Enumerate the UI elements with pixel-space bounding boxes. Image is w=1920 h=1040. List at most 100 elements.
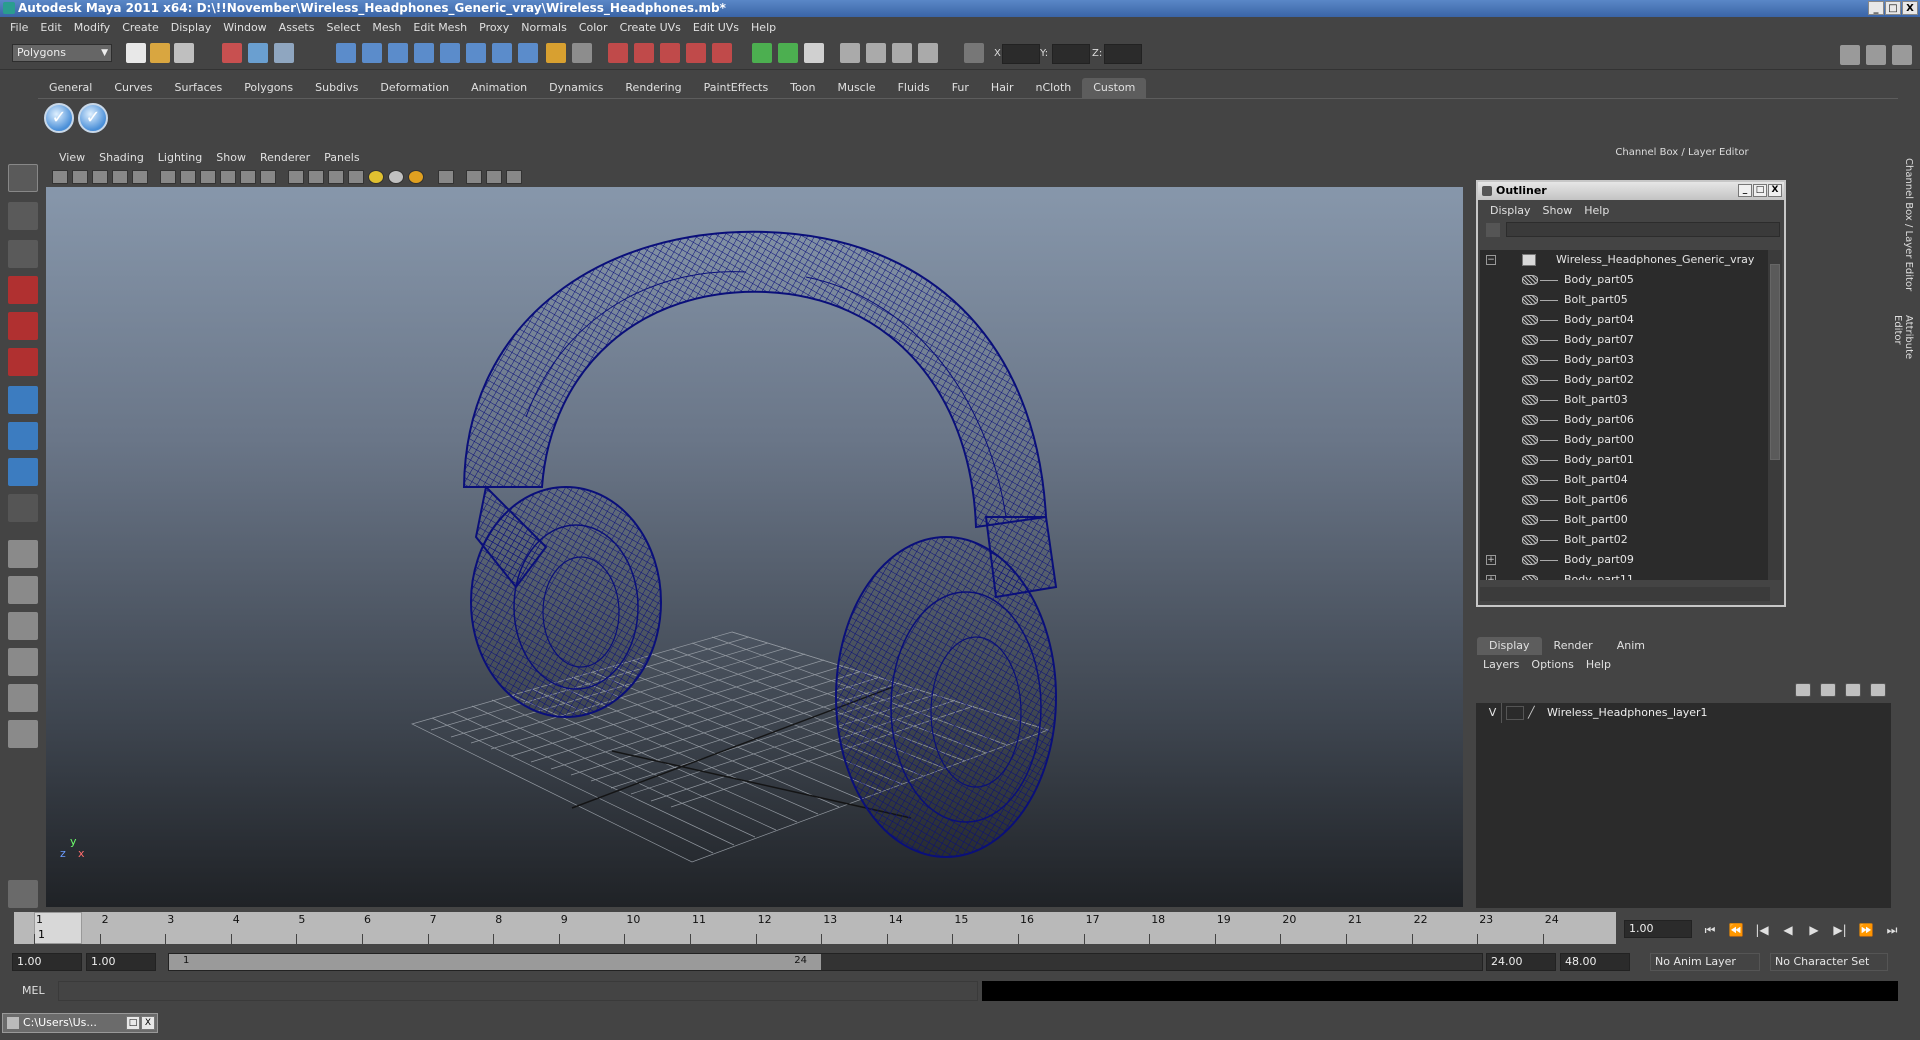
rotate-tool-icon[interactable]	[8, 312, 38, 340]
outliner-maximize-button[interactable]: □	[1753, 184, 1767, 197]
render-view-icon[interactable]	[712, 43, 732, 63]
camera-icon[interactable]	[918, 43, 938, 63]
new-scene-icon[interactable]	[126, 43, 146, 63]
collapse-icon[interactable]: −	[1486, 255, 1496, 265]
layer-menu-help[interactable]: Help	[1580, 658, 1617, 671]
outliner-item[interactable]: Body_part06	[1480, 410, 1770, 430]
close-button[interactable]: X	[1902, 1, 1918, 15]
shelf-tab-surfaces[interactable]: Surfaces	[164, 78, 234, 98]
outliner-close-button[interactable]: X	[1768, 184, 1782, 197]
pivot-icon[interactable]	[866, 43, 886, 63]
minimized-window[interactable]: C:\Users\Us... □ X	[2, 1013, 158, 1033]
graph-layout-icon[interactable]	[8, 648, 38, 676]
outliner-item[interactable]: Body_part07	[1480, 330, 1770, 350]
step-forward-key-icon[interactable]: ▶|	[1830, 922, 1850, 938]
last-tool-icon[interactable]	[8, 494, 38, 522]
outliner-layout-icon[interactable]	[8, 612, 38, 640]
step-forward-frame-icon[interactable]: ⏩	[1856, 922, 1876, 938]
menu-assets[interactable]: Assets	[273, 21, 321, 34]
outliner-item[interactable]: Bolt_part02	[1480, 530, 1770, 550]
select-hierarchy-icon[interactable]	[222, 43, 242, 63]
outliner-menu-help[interactable]: Help	[1578, 204, 1615, 217]
dopesheet-layout-icon[interactable]	[8, 720, 38, 748]
safe-title-icon[interactable]	[260, 170, 276, 184]
channel-box-icon[interactable]	[1866, 45, 1886, 65]
outliner-root-item[interactable]: − Wireless_Headphones_Generic_vray	[1480, 250, 1770, 270]
outliner-item[interactable]: + Body_part09	[1480, 550, 1770, 570]
shelf-tab-custom[interactable]: Custom	[1082, 78, 1147, 98]
all-lights-icon[interactable]	[388, 170, 404, 184]
filter-icon[interactable]	[1486, 223, 1500, 237]
shelf-tab-muscle[interactable]: Muscle	[826, 78, 886, 98]
shelf-tab-fluids[interactable]: Fluids	[887, 78, 941, 98]
layer-visibility-toggle[interactable]: V	[1484, 703, 1502, 723]
construction-history-icon[interactable]	[572, 43, 592, 63]
film-gate-icon[interactable]	[160, 170, 176, 184]
vp-menu-show[interactable]: Show	[209, 151, 253, 164]
range-slider-track[interactable]: 1 24	[168, 953, 1483, 971]
single-perspective-layout-icon[interactable]	[8, 540, 38, 568]
outliner-vertical-scrollbar[interactable]	[1768, 250, 1782, 580]
expand-icon[interactable]: +	[1486, 575, 1496, 580]
vp-menu-view[interactable]: View	[52, 151, 92, 164]
current-frame-field[interactable]: 1.00	[1624, 920, 1692, 938]
render-settings-icon[interactable]	[660, 43, 680, 63]
outliner-item[interactable]: Body_part03	[1480, 350, 1770, 370]
transform-icon[interactable]	[840, 43, 860, 63]
textured-icon[interactable]	[348, 170, 364, 184]
grid-toggle-icon[interactable]	[132, 170, 148, 184]
task-close-button[interactable]: X	[141, 1016, 155, 1030]
xray-joints-icon[interactable]	[486, 170, 502, 184]
maximize-button[interactable]: □	[1885, 1, 1901, 15]
viewport-canvas[interactable]: y z x	[46, 187, 1463, 907]
lock-icon[interactable]	[546, 43, 566, 63]
lasso-tool-icon[interactable]	[8, 202, 38, 230]
vp-menu-panels[interactable]: Panels	[317, 151, 366, 164]
select-object-icon[interactable]	[248, 43, 268, 63]
shelf-tab-hair[interactable]: Hair	[980, 78, 1025, 98]
animation-start-field[interactable]: 1.00	[12, 953, 82, 971]
select-tool-icon[interactable]	[8, 164, 38, 192]
layer-menu-layers[interactable]: Layers	[1477, 658, 1525, 671]
shelf-tab-rendering[interactable]: Rendering	[614, 78, 692, 98]
layer-tab-display[interactable]: Display	[1477, 637, 1542, 655]
menu-normals[interactable]: Normals	[515, 21, 573, 34]
move-layer-down-icon[interactable]	[1820, 683, 1836, 697]
wireframe-icon[interactable]	[288, 170, 304, 184]
character-set-dropdown[interactable]: No Character Set	[1770, 953, 1888, 971]
help-question-icon[interactable]	[518, 43, 538, 63]
soft-mod-icon[interactable]	[8, 422, 38, 450]
menu-modify[interactable]: Modify	[68, 21, 116, 34]
go-to-end-icon[interactable]: ⏭	[1882, 922, 1902, 938]
show-manipulator-icon[interactable]	[8, 458, 38, 486]
y-field[interactable]	[1052, 44, 1090, 64]
outliner-item[interactable]: + Body_part11	[1480, 570, 1770, 580]
restore-button[interactable]: □	[126, 1016, 140, 1030]
shelf-tab-general[interactable]: General	[38, 78, 103, 98]
menu-mesh[interactable]: Mesh	[366, 21, 407, 34]
numeric-input-icon[interactable]	[964, 43, 984, 63]
layer-color-swatch[interactable]: ╱	[1528, 703, 1535, 723]
menu-edit-mesh[interactable]: Edit Mesh	[407, 21, 473, 34]
image-plane-icon[interactable]	[112, 170, 128, 184]
playback-end-field[interactable]: 24.00	[1486, 953, 1556, 971]
layer-menu-options[interactable]: Options	[1525, 658, 1579, 671]
x-field[interactable]	[1002, 44, 1040, 64]
select-component-icon[interactable]	[274, 43, 294, 63]
default-light-icon[interactable]	[368, 170, 384, 184]
outliner-menu-show[interactable]: Show	[1537, 204, 1579, 217]
side-tab-attribute-editor[interactable]: Attribute Editor	[1892, 315, 1914, 390]
outliner-item[interactable]: Bolt_part03	[1480, 390, 1770, 410]
ipr-render-icon[interactable]	[634, 43, 654, 63]
outliner-menu-display[interactable]: Display	[1484, 204, 1537, 217]
menu-window[interactable]: Window	[217, 21, 272, 34]
time-slider[interactable]: 1 1 2 3 4 5 6 7 8 9 10 11 12 13 14 15 16 17 18 19 20 21 22 23 2…	[14, 912, 1616, 944]
shelf-tab-subdivs[interactable]: Subdivs	[304, 78, 369, 98]
snap-view-icon[interactable]	[466, 43, 486, 63]
open-scene-icon[interactable]	[150, 43, 170, 63]
side-tab-channel-box[interactable]: Channel Box / Layer Editor	[1896, 158, 1914, 291]
new-layer-from-selection-icon[interactable]	[1870, 683, 1886, 697]
range-slider-handle[interactable]: 1 24	[169, 954, 821, 970]
outliner-item[interactable]: Bolt_part04	[1480, 470, 1770, 490]
scale-tool-icon[interactable]	[8, 348, 38, 376]
